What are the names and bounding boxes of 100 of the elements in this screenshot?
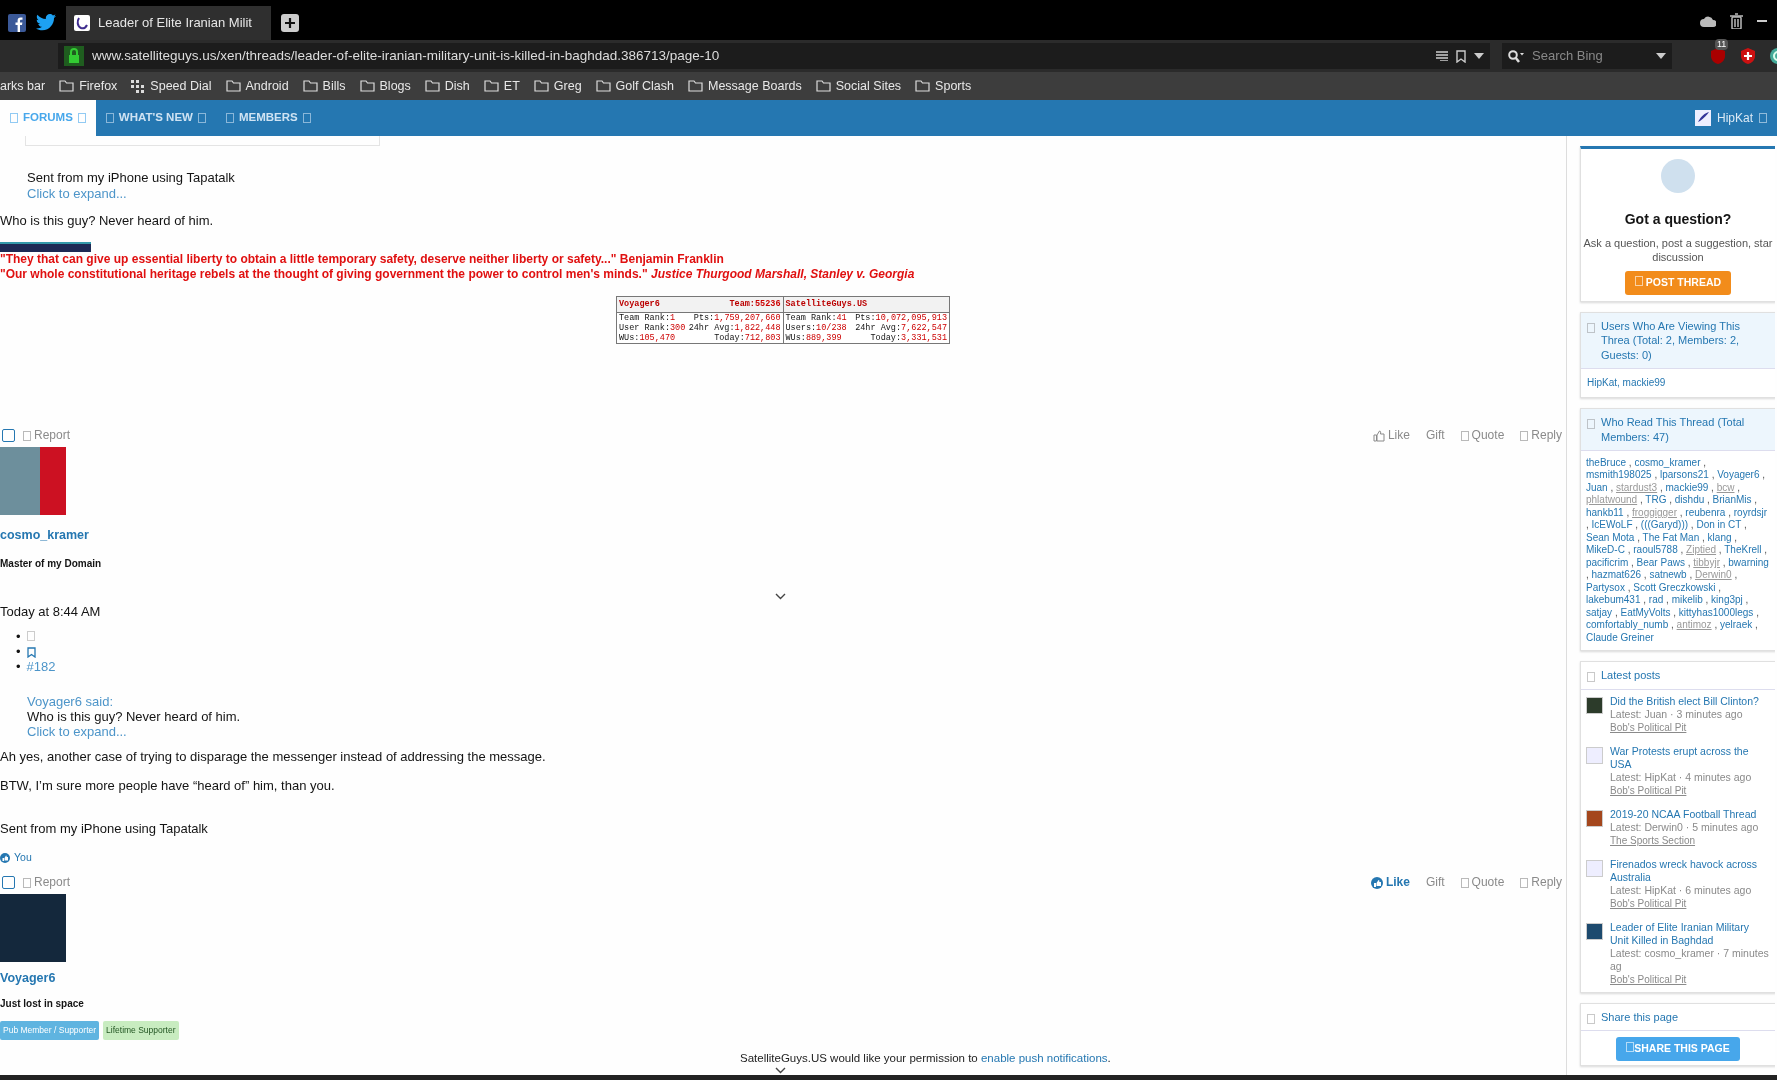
bookmark-item[interactable]: Golf Clash: [595, 76, 674, 96]
user-link[interactable]: IcEWoLF: [1591, 519, 1633, 531]
dropdown-icon[interactable]: [1474, 53, 1484, 59]
user-link[interactable]: dishdu: [1674, 494, 1705, 506]
user-link[interactable]: stardust3: [1616, 482, 1658, 493]
user-link[interactable]: klang: [1707, 532, 1732, 543]
trash-icon[interactable]: [1730, 13, 1743, 29]
bookmark-item[interactable]: Firefox: [59, 76, 118, 96]
select-checkbox[interactable]: [2, 876, 15, 889]
search-field[interactable]: Search Bing: [1530, 45, 1650, 67]
user-link[interactable]: satjay: [1586, 607, 1613, 618]
bookmark-item[interactable]: Message Boards: [687, 76, 802, 96]
nav-tab[interactable]: MEMBERS: [215, 100, 321, 136]
report-button[interactable]: Report: [23, 428, 71, 443]
bookmark-item[interactable]: Android: [225, 76, 289, 96]
thread-link[interactable]: Leader of Elite Iranian Military Unit Killed in Baghdad: [1610, 920, 1770, 947]
reply-button[interactable]: Reply: [1520, 428, 1562, 443]
user-link[interactable]: bcw: [1716, 482, 1735, 493]
search-box[interactable]: Search Bing: [1502, 43, 1672, 69]
notification-link[interactable]: enable push notifications: [980, 1052, 1108, 1064]
user-link[interactable]: king3pj: [1711, 594, 1743, 606]
avatar-image[interactable]: [1694, 110, 1711, 126]
gift-button[interactable]: Gift: [1425, 875, 1445, 890]
gift-button[interactable]: Gift: [1425, 428, 1445, 443]
bookmark-item[interactable]: Dish: [424, 76, 470, 96]
report-button[interactable]: Report: [23, 875, 71, 890]
user-link[interactable]: The Fat Man: [1642, 532, 1700, 543]
user-link[interactable]: kittyhas1000legs: [1678, 607, 1754, 618]
user-link[interactable]: theBruce: [1586, 457, 1627, 468]
forum-link[interactable]: Bob's Political Pit: [1610, 783, 1687, 797]
user-link[interactable]: Juan: [1586, 482, 1608, 493]
user-link[interactable]: froggigger: [1632, 507, 1677, 518]
username-link[interactable]: cosmo_kramer: [0, 528, 89, 543]
thread-link[interactable]: Did the British elect Bill Clinton?: [1610, 694, 1759, 708]
user-link[interactable]: raoul5788: [1633, 544, 1678, 556]
user-link[interactable]: EatMyVolts: [1620, 607, 1671, 618]
user-link[interactable]: hazmat626: [1591, 569, 1642, 581]
user-link[interactable]: Voyager6: [1717, 469, 1760, 481]
reader-icon[interactable]: [1436, 51, 1448, 61]
user-link[interactable]: Partysox: [1586, 582, 1625, 593]
post-number-link[interactable]: #182: [26, 659, 56, 674]
user-link[interactable]: Bear Paws: [1636, 557, 1685, 568]
user-link[interactable]: MikeD-C: [1586, 544, 1625, 556]
forum-link[interactable]: Bob's Political Pit: [1610, 972, 1687, 986]
address-bar[interactable]: www.satelliteguys.us/xen/threads/leader-of-elite-iranian-military-unit-is-killed-in-baghdad.386713/page-10: [58, 43, 1490, 69]
nav-tab[interactable]: WHAT'S NEW: [95, 100, 216, 136]
browser-tab[interactable]: Leader of Elite Iranian Milit: [66, 6, 271, 40]
thread-link[interactable]: Firenados wreck havock across Australia: [1610, 857, 1770, 884]
thread-link[interactable]: 2019-20 NCAA Football Thread: [1610, 807, 1759, 821]
forum-link[interactable]: Bob's Political Pit: [1610, 720, 1687, 734]
chevron-down-icon[interactable]: [775, 593, 786, 600]
user-link[interactable]: phlatwound: [1586, 494, 1638, 506]
user-link[interactable]: comfortably_numb: [1586, 619, 1669, 631]
user-link[interactable]: Sean Mota: [1586, 532, 1635, 543]
user-link[interactable]: mackie99: [1665, 482, 1709, 493]
facebook-icon[interactable]: [8, 14, 26, 32]
user-link[interactable]: reubenra: [1685, 507, 1726, 518]
like-button[interactable]: Like: [1372, 428, 1410, 443]
user-link[interactable]: Ziptied: [1686, 544, 1717, 556]
user-link[interactable]: (((Garyd))): [1640, 519, 1689, 531]
user-link[interactable]: royrdsjr: [1733, 507, 1768, 518]
user-link[interactable]: pacificrim: [1586, 557, 1629, 568]
bookmark-item[interactable]: ET: [483, 76, 520, 96]
quote-source-link[interactable]: Voyager6 said:: [27, 694, 113, 709]
share-button[interactable]: SHARE THIS PAGE: [1616, 1037, 1740, 1061]
user-link[interactable]: TRG: [1645, 494, 1667, 506]
user-link[interactable]: lparsons21: [1659, 469, 1709, 481]
user-link[interactable]: lakebum431: [1586, 594, 1641, 606]
chevron-down-icon[interactable]: [775, 1067, 786, 1074]
user-link[interactable]: Scott Greczkowski: [1633, 582, 1716, 593]
user-link[interactable]: bwarning: [1728, 557, 1769, 568]
bookmark-item[interactable]: Speed Dial: [131, 76, 212, 96]
user-link[interactable]: TheKrell: [1724, 544, 1762, 556]
forum-link[interactable]: Bob's Political Pit: [1610, 896, 1687, 910]
user-link[interactable]: Derwin0: [1695, 569, 1732, 581]
user-link[interactable]: msmith198025: [1586, 469, 1652, 481]
user-link[interactable]: mikelib: [1671, 594, 1703, 606]
quote-button[interactable]: Quote: [1460, 875, 1505, 890]
bookmark-item[interactable]: Sports: [915, 76, 972, 96]
thread-link[interactable]: War Protests erupt across the USA: [1610, 744, 1770, 771]
user-link[interactable]: rad: [1648, 594, 1664, 606]
user-link[interactable]: hankb11: [1586, 507, 1624, 518]
reaction-users-link[interactable]: You: [14, 850, 32, 865]
bookmark-item[interactable]: Bills: [302, 76, 346, 96]
select-checkbox[interactable]: [2, 429, 15, 442]
forum-link[interactable]: The Sports Section: [1610, 833, 1696, 847]
bird-icon[interactable]: [36, 14, 56, 31]
expand-link[interactable]: Click to expand...: [27, 724, 127, 739]
new-tab-icon[interactable]: [281, 14, 299, 32]
user-link[interactable]: Don in CT: [1696, 519, 1742, 531]
cloud-icon[interactable]: [1700, 15, 1716, 27]
user-link[interactable]: tibbyjr: [1693, 557, 1720, 568]
user-link[interactable]: cosmo_kramer: [1634, 457, 1701, 468]
bookmark-item[interactable]: Greg: [533, 76, 582, 96]
quote-button[interactable]: Quote: [1460, 428, 1505, 443]
user-link[interactable]: BrianMis: [1712, 494, 1752, 506]
bookmark-item[interactable]: Blogs: [359, 76, 411, 96]
user-link[interactable]: Claude Greiner: [1586, 632, 1654, 643]
user-link[interactable]: yelraek: [1719, 619, 1753, 631]
expand-link[interactable]: Click to expand...: [27, 186, 127, 201]
